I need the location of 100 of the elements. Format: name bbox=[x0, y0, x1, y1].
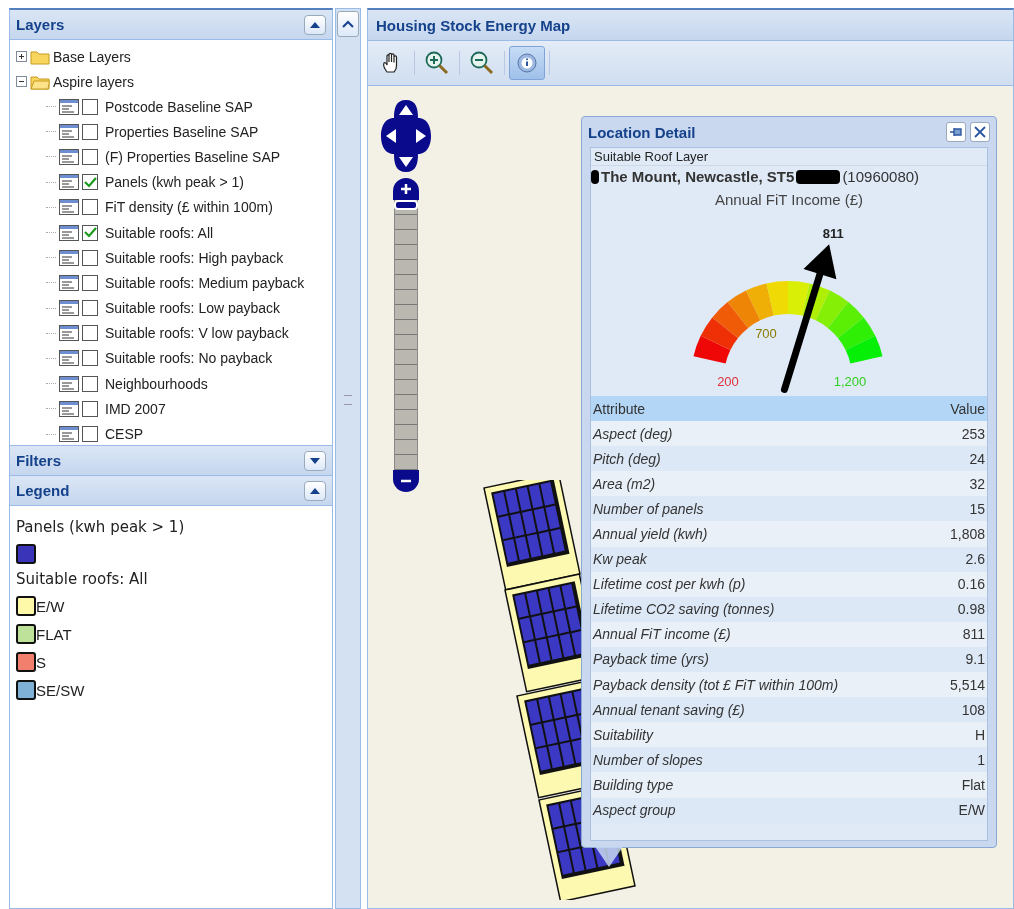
triangle-icon bbox=[310, 21, 320, 28]
layer-list-icon bbox=[59, 375, 79, 392]
popup-title: Location Detail bbox=[588, 123, 697, 141]
triangle-icon bbox=[310, 487, 320, 494]
table-cell: H bbox=[974, 726, 985, 743]
layer-item[interactable]: Suitable roofs: Medium payback bbox=[105, 274, 305, 291]
table-cell: Kw peak bbox=[593, 551, 647, 568]
table-cell: Suitability bbox=[593, 726, 653, 743]
layer-item[interactable]: IMD 2007 bbox=[105, 400, 166, 417]
table-cell: 0.16 bbox=[957, 576, 985, 593]
zoom-in-button[interactable] bbox=[393, 178, 419, 200]
checkbox[interactable] bbox=[82, 148, 98, 165]
layer-item[interactable]: Neighbourhoods bbox=[105, 375, 208, 392]
close-button[interactable] bbox=[970, 122, 990, 142]
layer-item[interactable]: (F) Properties Baseline SAP bbox=[105, 148, 281, 165]
pin-icon bbox=[949, 127, 963, 137]
pan-control[interactable] bbox=[380, 98, 432, 174]
table-cell: Building type bbox=[593, 776, 674, 793]
table-cell: Aspect group bbox=[593, 802, 676, 819]
checkbox[interactable] bbox=[82, 350, 98, 367]
zoom-out-button[interactable] bbox=[393, 470, 419, 492]
table-cell: Annual FiT income (£) bbox=[593, 626, 731, 643]
layer-list-icon bbox=[59, 224, 79, 241]
table-cell: Annual yield (kwh) bbox=[593, 526, 708, 542]
table-cell: Flat bbox=[961, 776, 985, 793]
layer-name: Suitable Roof Layer bbox=[591, 148, 987, 166]
table-cell: Area (m2) bbox=[593, 475, 656, 492]
legend-label: S bbox=[36, 653, 46, 671]
checkbox[interactable] bbox=[82, 400, 98, 417]
checkbox[interactable] bbox=[82, 98, 98, 115]
table-cell: Number of panels bbox=[593, 500, 704, 517]
table-cell: 108 bbox=[961, 701, 985, 718]
checkbox[interactable] bbox=[82, 274, 98, 291]
checkbox[interactable] bbox=[82, 375, 98, 392]
checkbox[interactable] bbox=[82, 224, 98, 241]
zoom-slider-thumb[interactable] bbox=[394, 200, 418, 210]
checkbox[interactable] bbox=[82, 325, 98, 342]
folder-icon bbox=[30, 73, 50, 90]
zoom-slider[interactable] bbox=[394, 200, 418, 470]
checkbox[interactable] bbox=[82, 426, 98, 443]
gauge-value: 811 bbox=[822, 226, 844, 242]
gauge-tick-label: 1,200 bbox=[833, 374, 867, 389]
reference-number: (10960080) bbox=[842, 168, 920, 185]
table-cell: Payback density (tot £ FiT within 100m) bbox=[593, 676, 839, 693]
tree-item[interactable]: Base Layers bbox=[53, 48, 131, 65]
layer-item[interactable]: Postcode Baseline SAP bbox=[105, 98, 253, 115]
layer-list-icon bbox=[59, 300, 79, 317]
expand-toggle[interactable] bbox=[16, 51, 27, 62]
layer-list-icon bbox=[59, 350, 79, 367]
legend-label: SE/SW bbox=[36, 681, 85, 699]
panel-title: Filters bbox=[16, 452, 61, 469]
checkbox[interactable] bbox=[82, 123, 98, 140]
collapse-button[interactable] bbox=[337, 11, 359, 37]
checkbox[interactable] bbox=[82, 199, 98, 216]
table-cell: Lifetime cost per kwh (p) bbox=[593, 576, 746, 593]
layer-list-icon bbox=[59, 123, 79, 140]
layer-list-icon bbox=[59, 199, 79, 216]
collapse-button[interactable] bbox=[304, 14, 326, 35]
layer-item[interactable]: Suitable roofs: All bbox=[105, 224, 214, 241]
layer-item[interactable]: Suitable roofs: High payback bbox=[105, 249, 284, 266]
pin-button[interactable] bbox=[946, 122, 966, 142]
table-cell: 15 bbox=[969, 500, 985, 517]
layer-item[interactable]: Properties Baseline SAP bbox=[105, 123, 259, 140]
zoom-out-icon bbox=[469, 50, 495, 76]
layer-list-icon bbox=[59, 426, 79, 443]
layer-item[interactable]: Panels (kwh peak > 1) bbox=[105, 174, 244, 191]
panel-title: Legend bbox=[16, 482, 70, 499]
checkbox[interactable] bbox=[82, 174, 98, 191]
tree-item[interactable]: Aspire layers bbox=[53, 73, 134, 90]
table-cell: Number of slopes bbox=[593, 751, 703, 768]
gauge-tick-label: 700 bbox=[755, 326, 777, 341]
layer-item[interactable]: Suitable roofs: No payback bbox=[105, 350, 273, 367]
table-cell: Payback time (yrs) bbox=[593, 651, 709, 668]
layer-item[interactable]: Suitable roofs: V low payback bbox=[105, 325, 289, 342]
chevron-icon bbox=[342, 20, 354, 28]
address-text: The Mount, Newcastle, ST5 bbox=[601, 168, 795, 185]
table-cell: 9.1 bbox=[965, 651, 985, 668]
zoom-in-icon bbox=[424, 50, 450, 76]
expand-button[interactable] bbox=[304, 450, 326, 471]
legend-label: E/W bbox=[36, 597, 65, 615]
info-button[interactable] bbox=[509, 46, 545, 80]
table-cell: 811 bbox=[962, 626, 985, 643]
expand-toggle[interactable] bbox=[16, 76, 27, 87]
collapse-button[interactable] bbox=[304, 480, 326, 501]
checkbox[interactable] bbox=[82, 300, 98, 317]
checkbox[interactable] bbox=[82, 249, 98, 266]
table-cell: 253 bbox=[961, 425, 985, 442]
layer-item[interactable]: CESP bbox=[105, 426, 144, 443]
layer-item[interactable]: FiT density (£ within 100m) bbox=[105, 199, 273, 216]
triangle-icon bbox=[310, 457, 320, 464]
layer-list-icon bbox=[59, 274, 79, 291]
splitter-handle[interactable] bbox=[344, 395, 352, 405]
layer-list-icon bbox=[59, 174, 79, 191]
panel-title: Housing Stock Energy Map bbox=[376, 16, 571, 34]
gauge-title: Annual FiT Income (£) bbox=[714, 191, 864, 208]
layer-item[interactable]: Suitable roofs: Low payback bbox=[105, 300, 281, 317]
legend-title: Panels (kwh peak > 1) bbox=[16, 518, 186, 536]
redaction-mark bbox=[591, 169, 599, 184]
table-cell: 0.98 bbox=[957, 601, 985, 618]
redaction-mark bbox=[796, 169, 841, 184]
